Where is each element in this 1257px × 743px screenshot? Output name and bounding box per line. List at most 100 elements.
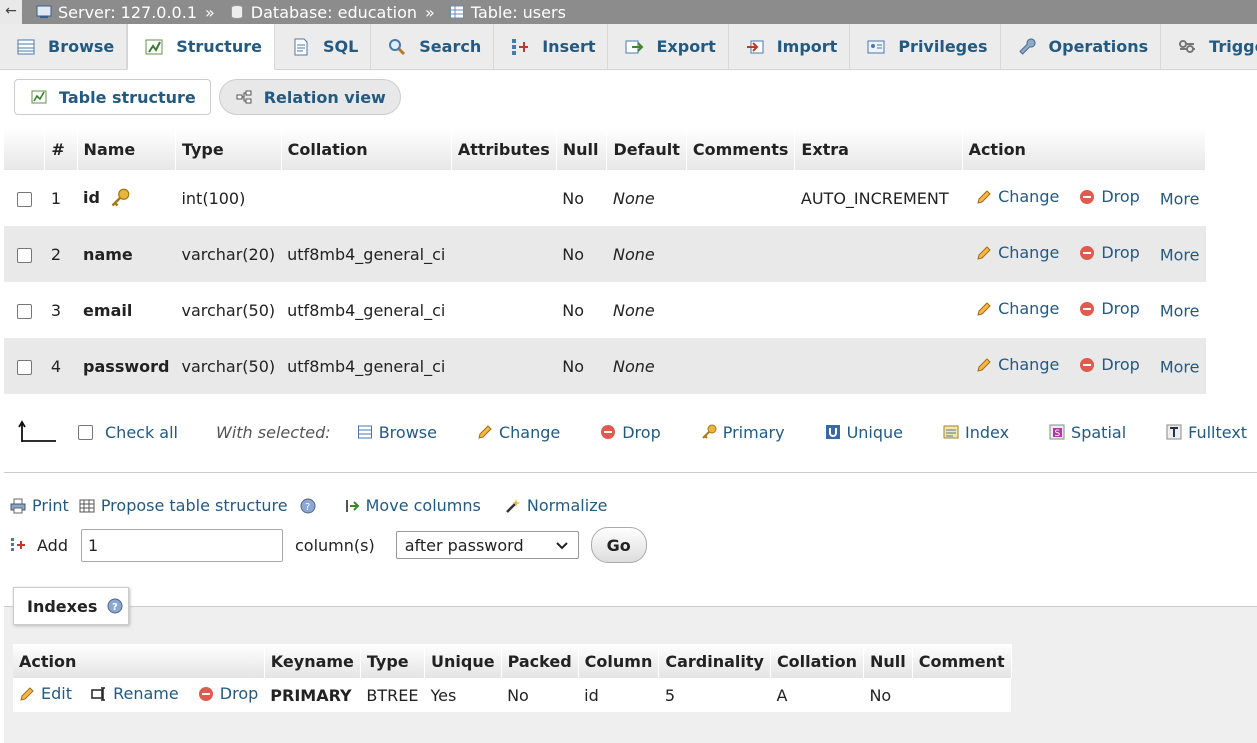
go-button[interactable]: Go bbox=[590, 527, 647, 563]
change-label: Change bbox=[998, 299, 1060, 319]
rename-icon bbox=[91, 686, 107, 702]
header-comments: Comments bbox=[686, 128, 796, 170]
tab-export[interactable]: Export bbox=[608, 24, 729, 69]
row-null: No bbox=[556, 282, 607, 338]
back-arrow-icon[interactable]: ← bbox=[0, 0, 22, 24]
more-button[interactable]: More bbox=[1160, 302, 1200, 321]
idx-header-unique: Unique bbox=[424, 644, 502, 678]
server-icon bbox=[36, 4, 52, 20]
row-checkbox[interactable] bbox=[16, 247, 32, 263]
row-collation: utf8mb4_general_ci bbox=[281, 226, 452, 282]
bulk-fulltext-button[interactable]: Fulltext bbox=[1166, 423, 1247, 442]
row-checkbox[interactable] bbox=[16, 359, 32, 375]
breadcrumb-table-label[interactable]: Table: users bbox=[471, 3, 566, 22]
row-name: id bbox=[77, 170, 176, 226]
subtab-table-structure[interactable]: Table structure bbox=[14, 79, 211, 115]
idx-unique: Yes bbox=[424, 678, 502, 712]
bulk-unique-button[interactable]: Unique bbox=[825, 423, 903, 442]
more-button[interactable]: More bbox=[1160, 190, 1200, 209]
header-attributes: Attributes bbox=[451, 128, 557, 170]
row-num: 1 bbox=[44, 170, 78, 226]
bulk-index-label: Index bbox=[965, 422, 1010, 442]
bulk-drop-button[interactable]: Drop bbox=[600, 423, 661, 442]
tab-browse-label: Browse bbox=[48, 37, 115, 56]
structure-icon bbox=[144, 37, 164, 57]
row-type: varchar(50) bbox=[175, 282, 282, 338]
tab-triggers[interactable]: Triggers bbox=[1161, 24, 1257, 69]
header-name[interactable]: Name bbox=[77, 128, 176, 170]
row-select-cell bbox=[4, 170, 45, 226]
tab-import[interactable]: Import bbox=[729, 24, 851, 69]
print-button[interactable]: Print bbox=[10, 496, 69, 515]
bulk-index-button[interactable]: Index bbox=[943, 423, 1009, 442]
column-position-select[interactable]: after password bbox=[395, 531, 579, 559]
breadcrumb-database[interactable]: Database: education bbox=[229, 3, 417, 22]
idx-cardinality: 5 bbox=[658, 678, 771, 712]
row-name-label: email bbox=[83, 300, 133, 320]
idx-rename-button[interactable]: Rename bbox=[91, 684, 179, 703]
export-icon bbox=[624, 37, 644, 57]
column-count-input[interactable]: 1 bbox=[80, 528, 283, 562]
drop-icon bbox=[198, 686, 214, 702]
drop-label: Drop bbox=[1101, 299, 1140, 319]
bulk-browse-button[interactable]: Browse bbox=[357, 423, 437, 442]
tab-sql[interactable]: SQL bbox=[275, 24, 372, 69]
add-columns-form: Add 1 column(s) after password Go bbox=[10, 527, 647, 563]
row-collation bbox=[281, 170, 452, 226]
arrow-up-left-icon bbox=[18, 420, 58, 444]
more-button[interactable]: More bbox=[1160, 358, 1200, 377]
row-attributes bbox=[451, 282, 557, 338]
subtab-relation-view[interactable]: Relation view bbox=[218, 79, 401, 115]
tab-operations[interactable]: Operations bbox=[1001, 24, 1162, 69]
row-checkbox[interactable] bbox=[16, 303, 32, 319]
indexes-title: Indexes bbox=[27, 596, 98, 616]
breadcrumb-table[interactable]: Table: users bbox=[449, 3, 566, 22]
header-collation: Collation bbox=[281, 128, 452, 170]
propose-structure-button[interactable]: Propose table structure bbox=[79, 496, 288, 515]
row-checkbox[interactable] bbox=[16, 191, 32, 207]
idx-drop-button[interactable]: Drop bbox=[198, 684, 258, 703]
breadcrumb-server[interactable]: Server: 127.0.0.1 bbox=[36, 3, 197, 22]
bulk-primary-button[interactable]: Primary bbox=[701, 423, 785, 442]
header-checkbox-col bbox=[4, 128, 46, 170]
drop-button[interactable]: Drop bbox=[1079, 299, 1140, 318]
column-count-value: 1 bbox=[87, 535, 99, 555]
more-button[interactable]: More bbox=[1160, 246, 1200, 265]
change-button[interactable]: Change bbox=[976, 243, 1059, 262]
pencil-icon bbox=[976, 245, 992, 261]
tab-search[interactable]: Search bbox=[371, 24, 495, 69]
help-icon[interactable]: ? bbox=[107, 598, 123, 614]
row-type: int(100) bbox=[175, 170, 282, 226]
idx-packed: No bbox=[501, 678, 579, 712]
drop-button[interactable]: Drop bbox=[1079, 243, 1140, 262]
change-button[interactable]: Change bbox=[976, 187, 1059, 206]
pencil-icon bbox=[19, 686, 35, 702]
breadcrumb-database-label[interactable]: Database: education bbox=[251, 3, 417, 22]
header-extra: Extra bbox=[794, 128, 963, 170]
bulk-change-button[interactable]: Change bbox=[477, 423, 560, 442]
table-row: 4 password varchar(50) utf8mb4_general_ci No… bbox=[4, 338, 1206, 394]
tab-insert[interactable]: Insert bbox=[494, 24, 609, 69]
row-collation: utf8mb4_general_ci bbox=[281, 282, 452, 338]
breadcrumb-server-label[interactable]: Server: 127.0.0.1 bbox=[58, 3, 197, 22]
tab-structure[interactable]: Structure bbox=[127, 24, 275, 70]
bulk-primary-label: Primary bbox=[722, 422, 785, 442]
idx-header-cardinality: Cardinality bbox=[658, 644, 771, 678]
tab-browse[interactable]: Browse bbox=[0, 24, 128, 69]
drop-button[interactable]: Drop bbox=[1079, 187, 1140, 206]
row-name-label: id bbox=[83, 187, 100, 207]
bulk-spatial-button[interactable]: S Spatial bbox=[1049, 423, 1126, 442]
help-icon[interactable]: ? bbox=[300, 498, 316, 514]
idx-edit-label: Edit bbox=[41, 684, 72, 704]
move-columns-button[interactable]: Move columns bbox=[344, 496, 481, 515]
move-columns-label: Move columns bbox=[365, 496, 481, 515]
normalize-button[interactable]: Normalize bbox=[505, 496, 607, 515]
drop-button[interactable]: Drop bbox=[1079, 355, 1140, 374]
idx-edit-button[interactable]: Edit bbox=[19, 684, 72, 703]
change-button[interactable]: Change bbox=[976, 355, 1059, 374]
change-button[interactable]: Change bbox=[976, 299, 1059, 318]
tab-privileges[interactable]: Privileges bbox=[850, 24, 1001, 69]
bulk-spatial-label: Spatial bbox=[1071, 422, 1127, 442]
check-all-checkbox[interactable] bbox=[78, 424, 93, 440]
check-all-link[interactable]: Check all bbox=[105, 423, 178, 442]
